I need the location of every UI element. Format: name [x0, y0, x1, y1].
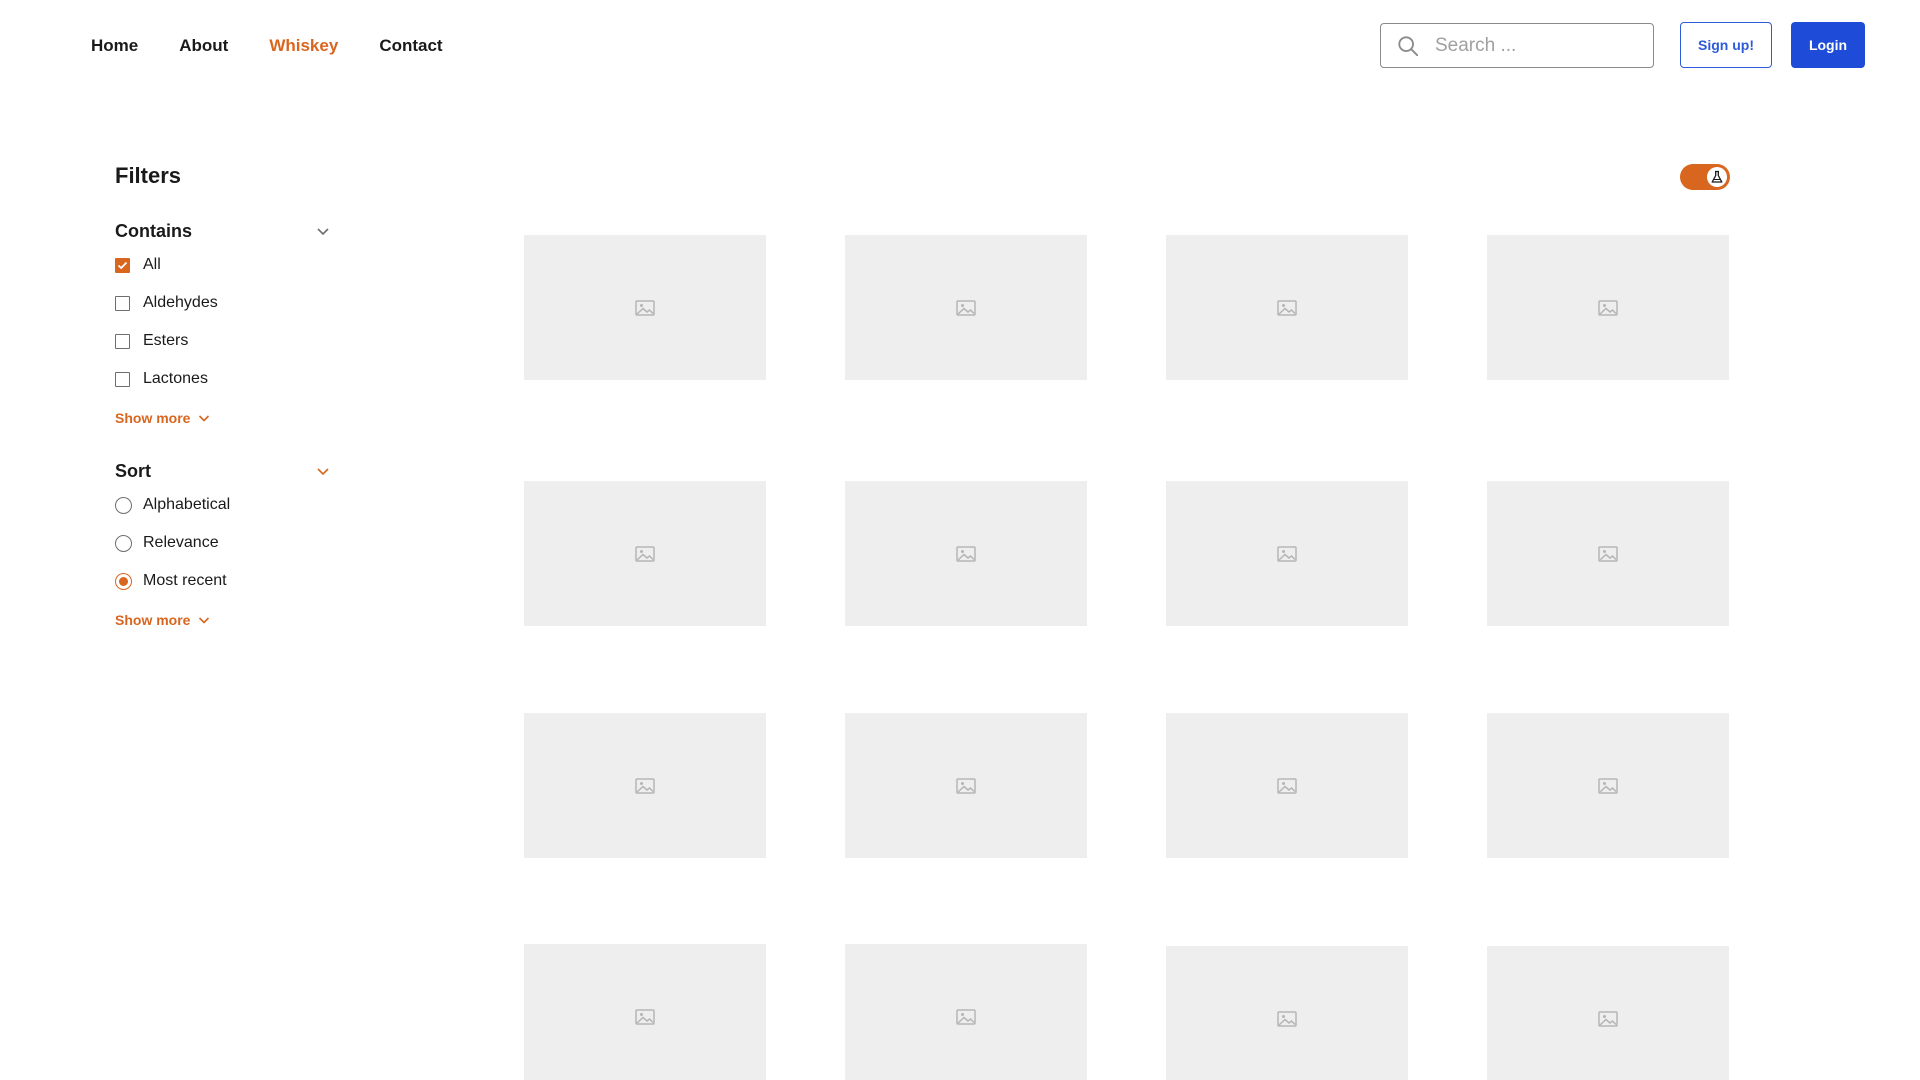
image-placeholder-icon	[1598, 299, 1618, 316]
search-icon	[1398, 35, 1419, 56]
login-button[interactable]: Login	[1791, 22, 1865, 68]
chevron-down-icon	[317, 468, 329, 476]
checkbox[interactable]	[115, 295, 130, 311]
grid-item[interactable]	[845, 235, 1087, 380]
image-placeholder-icon	[1277, 545, 1297, 562]
chevron-down-icon	[317, 228, 329, 236]
radio-button-selected[interactable]	[115, 572, 132, 590]
checkbox-checked[interactable]	[115, 257, 130, 273]
option-label: Aldehydes	[143, 294, 218, 311]
option-label: Most recent	[143, 572, 227, 589]
contains-group-title: Contains	[115, 221, 193, 241]
check-icon	[117, 261, 128, 269]
contains-show-more[interactable]: Show more	[115, 406, 330, 430]
grid-item[interactable]	[1166, 946, 1408, 1080]
option-label: All	[143, 256, 161, 273]
image-placeholder-icon	[1598, 777, 1618, 794]
show-more-label: Show more	[115, 612, 191, 628]
checkbox[interactable]	[115, 371, 130, 387]
image-placeholder-icon	[1277, 299, 1297, 316]
grid-item[interactable]	[845, 481, 1087, 626]
toggle-knob	[1707, 167, 1727, 187]
sort-group-header[interactable]: Sort	[115, 458, 330, 484]
filters-title: Filters	[115, 163, 182, 188]
grid-item[interactable]	[1166, 713, 1408, 858]
sort-options: Alphabetical Relevance Most recent	[115, 486, 330, 600]
nav-link-about[interactable]: About	[179, 34, 228, 58]
contains-group-header[interactable]: Contains	[115, 218, 330, 244]
search-input[interactable]	[1435, 34, 1625, 57]
radio-button[interactable]	[115, 496, 132, 514]
grid-item[interactable]	[845, 713, 1087, 858]
image-placeholder-icon	[956, 299, 976, 316]
image-placeholder-icon	[635, 545, 655, 562]
grid-item[interactable]	[1166, 481, 1408, 626]
image-placeholder-icon	[635, 1008, 655, 1025]
contains-option-esters[interactable]: Esters	[115, 322, 330, 360]
contains-option-aldehydes[interactable]: Aldehydes	[115, 284, 330, 322]
grid-item[interactable]	[524, 944, 766, 1080]
grid-item[interactable]	[1487, 481, 1729, 626]
grid-item[interactable]	[1487, 235, 1729, 380]
option-label: Esters	[143, 332, 189, 349]
nav-link-home[interactable]: Home	[91, 34, 138, 58]
image-placeholder-icon	[635, 777, 655, 794]
contains-option-lactones[interactable]: Lactones	[115, 360, 330, 398]
flask-toggle[interactable]	[1680, 164, 1730, 190]
contains-option-all[interactable]: All	[115, 246, 330, 284]
page: Home About Whiskey Contact Sign up! Logi…	[0, 0, 1920, 1080]
grid-item[interactable]	[1166, 235, 1408, 380]
grid-item[interactable]	[1487, 946, 1729, 1080]
show-more-label: Show more	[115, 410, 191, 426]
grid-item[interactable]	[1487, 713, 1729, 858]
option-label: Relevance	[143, 534, 219, 551]
sort-show-more[interactable]: Show more	[115, 608, 330, 632]
nav-link-whiskey[interactable]: Whiskey	[269, 34, 338, 58]
option-label: Lactones	[143, 370, 208, 387]
checkbox[interactable]	[115, 333, 130, 349]
nav-link-contact[interactable]: Contact	[379, 34, 442, 58]
sort-option-most-recent[interactable]: Most recent	[115, 562, 330, 600]
sort-group-title: Sort	[115, 461, 151, 481]
radio-button[interactable]	[115, 534, 132, 552]
sort-option-relevance[interactable]: Relevance	[115, 524, 330, 562]
image-placeholder-icon	[956, 777, 976, 794]
grid-item[interactable]	[845, 944, 1087, 1080]
option-label: Alphabetical	[143, 496, 231, 513]
image-placeholder-icon	[1277, 1010, 1297, 1027]
grid-item[interactable]	[524, 235, 766, 380]
signup-button[interactable]: Sign up!	[1680, 22, 1772, 68]
image-placeholder-icon	[1598, 1010, 1618, 1027]
sort-option-alphabetical[interactable]: Alphabetical	[115, 486, 330, 524]
chevron-down-icon	[199, 617, 210, 624]
flask-icon	[1711, 170, 1723, 183]
contains-options: All Aldehydes Esters Lactones	[115, 246, 330, 398]
image-placeholder-icon	[1277, 777, 1297, 794]
grid-item[interactable]	[524, 713, 766, 858]
image-placeholder-icon	[956, 545, 976, 562]
search-box[interactable]	[1380, 23, 1654, 68]
top-nav: Home About Whiskey Contact Sign up! Logi…	[0, 0, 1920, 92]
image-placeholder-icon	[1598, 545, 1618, 562]
image-placeholder-icon	[956, 1008, 976, 1025]
grid-item[interactable]	[524, 481, 766, 626]
image-placeholder-icon	[635, 299, 655, 316]
chevron-down-icon	[199, 415, 210, 422]
filters-sidebar: Filters Contains All Aldehydes Esters La…	[115, 160, 330, 632]
nav-links: Home About Whiskey Contact	[91, 34, 443, 58]
